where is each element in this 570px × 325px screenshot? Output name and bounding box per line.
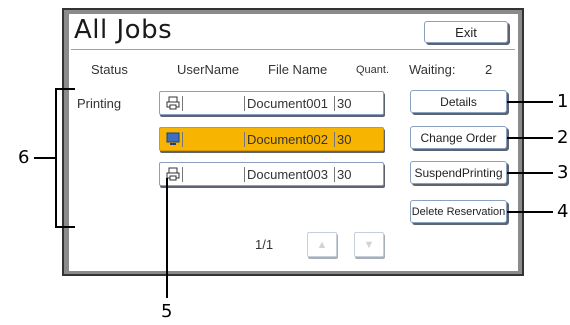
- waiting-count: 2: [485, 62, 493, 77]
- job-quantity: 30: [337, 167, 352, 182]
- callout-bracket-6-bottom: [55, 226, 75, 228]
- job-file-name: Document002: [247, 132, 328, 147]
- monitor-icon: [166, 132, 180, 145]
- change-order-button[interactable]: Change Order: [410, 126, 507, 149]
- filename-column-header: File Name: [268, 62, 328, 77]
- column-separator: [334, 132, 335, 147]
- column-separator: [182, 96, 183, 111]
- callout-line-6: [34, 157, 56, 159]
- header-divider: [71, 49, 515, 50]
- job-quantity: 30: [337, 132, 352, 147]
- callout-line-3: [507, 172, 553, 174]
- exit-button[interactable]: Exit: [424, 21, 508, 43]
- job-row[interactable]: Document003 30: [159, 162, 384, 186]
- job-quantity: 30: [337, 96, 352, 111]
- down-arrow-icon: ▼: [363, 238, 375, 251]
- callout-number-1: 1: [557, 91, 569, 112]
- username-column-header: UserName: [177, 62, 240, 77]
- column-separator: [244, 96, 245, 111]
- callout-line-4: [507, 211, 553, 213]
- page-title: All Jobs: [74, 15, 173, 45]
- details-button[interactable]: Details: [410, 90, 507, 113]
- job-row[interactable]: Document001 30: [159, 91, 384, 115]
- status-column-header: Status: [91, 62, 128, 77]
- printer-icon: [166, 167, 180, 181]
- status-printing: Printing: [77, 96, 122, 111]
- column-separator: [182, 167, 183, 182]
- up-arrow-icon: ▲: [316, 238, 328, 251]
- job-file-name: Document001: [247, 96, 328, 111]
- callout-number-3: 3: [557, 162, 569, 183]
- callout-line-2: [507, 137, 553, 139]
- page-indicator: 1/1: [255, 237, 274, 252]
- callout-number-6: 6: [18, 147, 30, 168]
- job-row-selected[interactable]: Document002 30: [159, 127, 384, 151]
- callout-number-2: 2: [557, 127, 569, 148]
- column-separator: [334, 96, 335, 111]
- scroll-down-button[interactable]: ▼: [354, 232, 384, 257]
- suspend-printing-button[interactable]: SuspendPrinting: [410, 161, 507, 184]
- delete-reservation-button[interactable]: Delete Reservation: [410, 200, 507, 223]
- waiting-label: Waiting:: [409, 62, 456, 77]
- callout-line-5: [166, 178, 168, 298]
- job-file-name: Document003: [247, 167, 328, 182]
- callout-line-1: [507, 101, 553, 103]
- column-separator: [244, 167, 245, 182]
- scroll-up-button[interactable]: ▲: [307, 232, 337, 257]
- quantity-column-header: Quant.: [356, 64, 390, 76]
- callout-number-5: 5: [161, 301, 173, 322]
- column-separator: [182, 132, 183, 147]
- column-separator: [244, 132, 245, 147]
- callout-number-4: 4: [557, 201, 569, 222]
- printer-icon: [166, 96, 180, 110]
- column-separator: [334, 167, 335, 182]
- callout-bracket-6-top: [55, 88, 75, 90]
